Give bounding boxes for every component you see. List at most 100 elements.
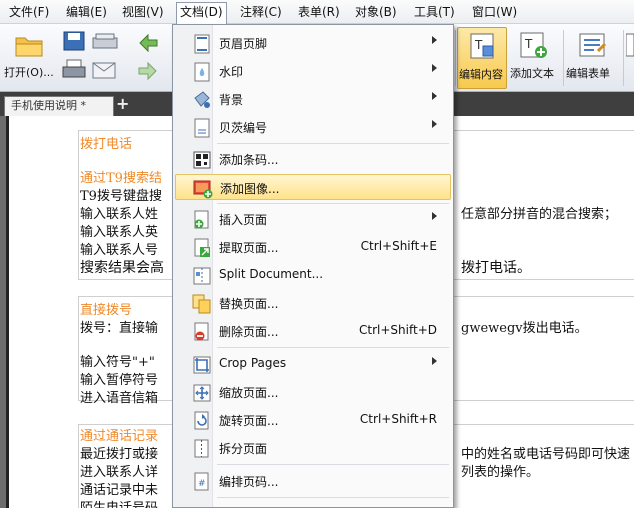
menu-item-shortcut: Ctrl+Shift+E (360, 239, 437, 253)
edit-form-button[interactable]: 编辑表单 (566, 27, 620, 89)
menu-form[interactable]: 表单(R) (295, 3, 343, 22)
menu-item-background[interactable]: 背景 (175, 86, 451, 112)
barcode-icon (193, 151, 211, 169)
menu-document[interactable]: 文档(D) (176, 2, 227, 24)
doc-line-fragment: 任意部分拼音的混合搜索； (461, 207, 618, 222)
menu-item-insert-page[interactable]: 插入页面 (175, 206, 451, 232)
menu-item-split-document[interactable]: Split Document... (175, 262, 451, 288)
delete-page-icon (194, 322, 209, 341)
menu-file[interactable]: 文件(F) (6, 3, 52, 22)
watermark-icon (194, 62, 210, 82)
doc-line: 输入符号"+" (80, 355, 155, 370)
header-footer-icon (194, 34, 210, 54)
submenu-arrow-icon (432, 36, 437, 44)
add-text-icon: T (520, 32, 547, 58)
doc-line: 拨号：直接输 (80, 321, 159, 336)
menu-item-bates-number[interactable]: 贝茨编号 (175, 114, 451, 140)
menu-item-rotate-page[interactable]: 旋转页面... Ctrl+Shift+R (175, 407, 451, 433)
doc-line: 陌生电话号码 (80, 500, 158, 508)
menu-separator (217, 497, 449, 498)
menu-item-label: 缩放页面... (219, 386, 279, 400)
menu-comment[interactable]: 注释(C) (237, 3, 285, 22)
menu-item-extract-page[interactable]: 提取页面... Ctrl+Shift+E (175, 234, 451, 260)
menu-item-crop-pages[interactable]: Crop Pages (175, 351, 451, 377)
more-tools-icon[interactable] (626, 32, 634, 58)
menu-item-label: 替换页面... (219, 297, 279, 311)
document-tab[interactable]: 手机使用说明 * (4, 96, 114, 116)
print-icon[interactable] (62, 58, 86, 82)
menu-item-delete-page[interactable]: 删除页面... Ctrl+Shift+D (175, 318, 451, 344)
svg-text:T: T (474, 38, 483, 52)
app-window: 文件(F) 编辑(E) 视图(V) 文档(D) 注释(C) 表单(R) 对象(B… (0, 0, 634, 508)
menu-separator (217, 464, 449, 465)
rotate-page-icon (194, 411, 209, 430)
extract-page-icon (194, 238, 210, 257)
menu-item-label: Split Document... (219, 267, 324, 281)
save-icon[interactable] (62, 30, 86, 52)
resize-page-icon (193, 384, 211, 402)
insert-page-icon (194, 210, 209, 229)
doc-line-fragment: 拨打电话。 (461, 260, 531, 276)
menu-item-label: 插入页面 (219, 213, 268, 227)
email-icon[interactable] (92, 60, 116, 80)
menubar: 文件(F) 编辑(E) 视图(V) 文档(D) 注释(C) 表单(R) 对象(B… (0, 0, 634, 24)
menu-item-label: 水印 (219, 65, 244, 79)
doc-line: 输入联系人英 (80, 225, 159, 240)
submenu-arrow-icon (432, 357, 437, 365)
menu-item-header-footer[interactable]: 页眉页脚 (175, 30, 451, 56)
menu-item-label: 拆分页面 (219, 442, 268, 456)
menu-item-page-numbering[interactable]: # 编排页码... (175, 468, 451, 494)
back-icon[interactable] (136, 32, 160, 54)
menu-item-resize-page[interactable]: 缩放页面... (175, 379, 451, 405)
doc-line: 通话记录中未 (80, 483, 159, 498)
doc-heading: 拨打电话 (80, 137, 133, 152)
submenu-arrow-icon (432, 64, 437, 72)
menu-item-replace-page[interactable]: 替换页面... (175, 290, 451, 316)
menu-tools[interactable]: 工具(T) (411, 3, 458, 22)
menu-window[interactable]: 窗口(W) (469, 3, 520, 22)
menu-item-shortcut: Ctrl+Shift+D (359, 323, 437, 337)
menu-item-split-page[interactable]: 拆分页面 (175, 435, 451, 461)
edit-content-icon: T (470, 33, 494, 59)
menu-view[interactable]: 视图(V) (119, 3, 167, 22)
doc-line: 输入暂停符号 (80, 373, 159, 388)
menu-separator (217, 143, 449, 144)
menu-item-add-barcode[interactable]: 添加条码... (175, 146, 451, 172)
menu-object[interactable]: 对象(B) (352, 3, 400, 22)
menu-item-label: 旋转页面... (219, 414, 279, 428)
doc-line: 输入联系人姓 (80, 207, 159, 222)
edit-form-icon (579, 33, 607, 57)
doc-line: 进入联系人详 (80, 465, 159, 480)
scanner-icon[interactable] (92, 30, 118, 52)
doc-line-fragment: 列表的操作。 (461, 465, 540, 480)
edit-content-button[interactable]: T 编辑内容 (457, 27, 507, 89)
edit-form-label: 编辑表单 (566, 67, 610, 80)
menu-item-add-image[interactable]: 添加图像... (175, 174, 451, 200)
doc-line: 最近拨打或接 (80, 447, 159, 462)
menu-edit[interactable]: 编辑(E) (63, 3, 110, 22)
submenu-arrow-icon (432, 212, 437, 220)
add-text-button[interactable]: T 添加文本 (509, 27, 561, 89)
split-page-icon (194, 439, 209, 458)
menu-item-shortcut: Ctrl+Shift+R (359, 412, 437, 426)
menu-item-label: 背景 (219, 93, 244, 107)
menu-item-label: 贝茨编号 (219, 121, 268, 135)
folder-icon (15, 37, 43, 57)
new-tab-icon[interactable]: + (116, 95, 129, 113)
crop-pages-icon (193, 356, 211, 374)
forward-icon[interactable] (136, 60, 160, 82)
menu-item-label: Crop Pages (219, 356, 287, 370)
menu-separator (217, 203, 449, 204)
toolbar-separator (623, 30, 624, 86)
doc-line-fragment: 中的姓名或电话号码即可快速 (461, 447, 631, 462)
doc-line: 进入语音信箱 (80, 391, 159, 406)
open-button[interactable]: 打开(O)... (4, 28, 56, 88)
menu-item-label: 编排页码... (219, 475, 279, 489)
toolbar-separator (455, 30, 456, 86)
add-text-label: 添加文本 (510, 67, 554, 80)
menu-item-watermark[interactable]: 水印 (175, 58, 451, 84)
doc-heading: 通过通话记录 (80, 429, 159, 444)
bates-number-icon (194, 118, 210, 138)
svg-text:#: # (198, 479, 206, 489)
menu-separator (217, 347, 449, 348)
